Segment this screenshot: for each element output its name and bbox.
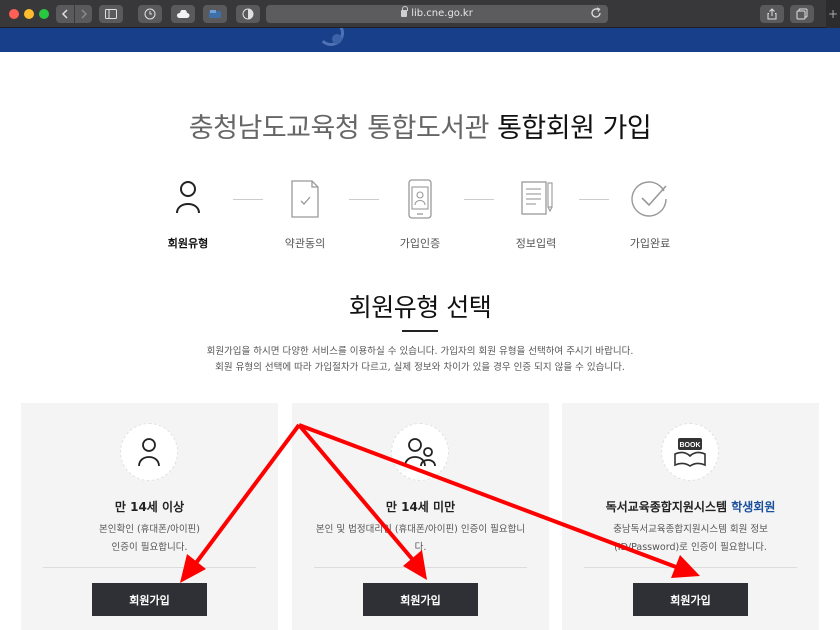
- cloud-button[interactable]: [171, 5, 195, 23]
- step-label: 가입인증: [399, 237, 441, 250]
- join-student-button[interactable]: 회원가입: [633, 583, 748, 616]
- browser-toolbar: lib.cne.go.kr +: [0, 0, 840, 28]
- history-button[interactable]: [138, 5, 162, 23]
- parent-child-icon: [404, 438, 436, 467]
- tabs-icon: [796, 8, 808, 20]
- card-icon-circle: BOOK: [661, 423, 719, 481]
- step-terms: 약관동의: [260, 177, 350, 251]
- join-under-14-button[interactable]: 회원가입: [363, 583, 478, 616]
- back-button[interactable]: [56, 5, 74, 23]
- card-over-14: 만 14세 이상 본인확인 (휴대폰/아이핀) 인증이 필요합니다. 회원가입: [21, 403, 278, 630]
- card-title-prefix: 독서교육종합지원시스템: [605, 500, 728, 514]
- sidebar-icon: [105, 9, 117, 19]
- step-label: 약관동의: [284, 237, 326, 250]
- document-check-icon: [291, 180, 319, 218]
- card-title: 독서교육종합지원시스템 학생회원: [562, 498, 819, 515]
- step-label: 정보입력: [515, 237, 557, 250]
- card-description: 본인확인 (휴대폰/아이핀) 인증이 필요합니다.: [31, 521, 268, 557]
- card-divider: [584, 567, 797, 568]
- join-over-14-button[interactable]: 회원가입: [92, 583, 207, 616]
- step-connector: [464, 199, 494, 200]
- card-student: BOOK 독서교육종합지원시스템 학생회원 충남독서교육종합지원시스템 회원 정…: [562, 403, 819, 630]
- share-icon: [767, 8, 777, 20]
- shield-icon: [242, 8, 254, 20]
- card-description: 본인 및 법정대리인 (휴대폰/아이핀) 인증이 필요합니 다.: [302, 521, 539, 557]
- book-icon: BOOK: [674, 438, 706, 467]
- card-desc-line: 본인확인 (휴대폰/아이핀): [98, 524, 201, 535]
- card-desc-line: 인증이 필요합니다.: [111, 542, 188, 553]
- person-icon: [176, 181, 200, 214]
- phone-id-icon: [408, 179, 432, 219]
- page-title: 충청남도교육청 통합도서관 통합회원 가입: [0, 106, 840, 145]
- card-under-14: 만 14세 미만 본인 및 법정대리인 (휴대폰/아이핀) 인증이 필요합니 다…: [292, 403, 549, 630]
- chevron-right-icon: [80, 9, 87, 19]
- step-label: 가입완료: [629, 237, 671, 250]
- page-title-strong: 통합회원 가입: [497, 113, 652, 144]
- section-divider: [402, 330, 438, 332]
- site-header: [0, 28, 840, 52]
- section-description: 회원가입을 하시면 다양한 서비스를 이용하실 수 있습니다. 가입자의 회원 …: [0, 344, 840, 376]
- person-icon: [138, 438, 160, 467]
- card-title: 만 14세 미만: [385, 500, 456, 514]
- card-title: 만 14세 이상: [114, 500, 185, 514]
- desc-line-2: 회원 유형의 선택에 따라 가입절차가 다르고, 실제 정보와 차이가 있을 경…: [215, 362, 625, 373]
- extension-button[interactable]: [203, 5, 227, 23]
- card-icon-circle: [120, 423, 178, 481]
- lock-icon: [401, 6, 409, 17]
- zoom-window-button[interactable]: [39, 9, 49, 19]
- page-title-muted: 충청남도교육청 통합도서관: [188, 113, 490, 144]
- card-desc-line: 본인 및 법정대리인 (휴대폰/아이핀) 인증이 필요합니: [315, 524, 526, 535]
- step-member-type: 회원유형: [143, 177, 233, 251]
- privacy-button[interactable]: [236, 5, 260, 23]
- cloud-icon: [176, 9, 190, 18]
- section-title: 회원유형 선택: [348, 293, 492, 322]
- step-complete: 가입완료: [605, 177, 695, 251]
- address-text: lib.cne.go.kr: [266, 6, 608, 19]
- card-desc-line: (ID/Password)로 인증이 필요합니다.: [614, 542, 767, 553]
- card-title-highlight: 학생회원: [731, 500, 776, 514]
- step-connector: [233, 199, 263, 200]
- card-divider: [314, 567, 527, 568]
- form-pen-icon: [521, 181, 553, 215]
- extension-icon: [209, 10, 221, 18]
- card-icon-circle: [391, 423, 449, 481]
- share-button[interactable]: [760, 5, 784, 23]
- tabs-overview-button[interactable]: [790, 5, 814, 23]
- step-info: 정보입력: [491, 177, 581, 251]
- close-window-button[interactable]: [9, 9, 19, 19]
- signup-steps: 회원유형 약관동의 가입인증 정보입력 가입완료: [143, 177, 723, 250]
- chevron-left-icon: [61, 9, 68, 19]
- book-icon-text: BOOK: [680, 442, 701, 449]
- card-desc-line: 충남독서교육종합지원시스템 회원 정보: [613, 524, 768, 535]
- step-label: 회원유형: [167, 237, 209, 250]
- url-text: lib.cne.go.kr: [411, 8, 473, 19]
- address-bar[interactable]: lib.cne.go.kr: [266, 5, 608, 23]
- desc-line-1: 회원가입을 하시면 다양한 서비스를 이용하실 수 있습니다. 가입자의 회원 …: [206, 346, 634, 357]
- minimize-window-button[interactable]: [24, 9, 34, 19]
- card-description: 충남독서교육종합지원시스템 회원 정보 (ID/Password)로 인증이 필…: [572, 521, 809, 557]
- check-circle-icon: [631, 181, 667, 217]
- sidebar-button[interactable]: [99, 5, 123, 23]
- step-verify: 가입인증: [375, 177, 465, 251]
- forward-button[interactable]: [74, 5, 92, 23]
- reload-icon[interactable]: [590, 7, 602, 19]
- card-desc-line: 다.: [414, 542, 427, 553]
- clock-icon: [144, 8, 156, 20]
- card-divider: [43, 567, 256, 568]
- logo-dot: [332, 34, 342, 44]
- back-forward-group: [56, 5, 92, 23]
- new-tab-button[interactable]: +: [826, 0, 840, 28]
